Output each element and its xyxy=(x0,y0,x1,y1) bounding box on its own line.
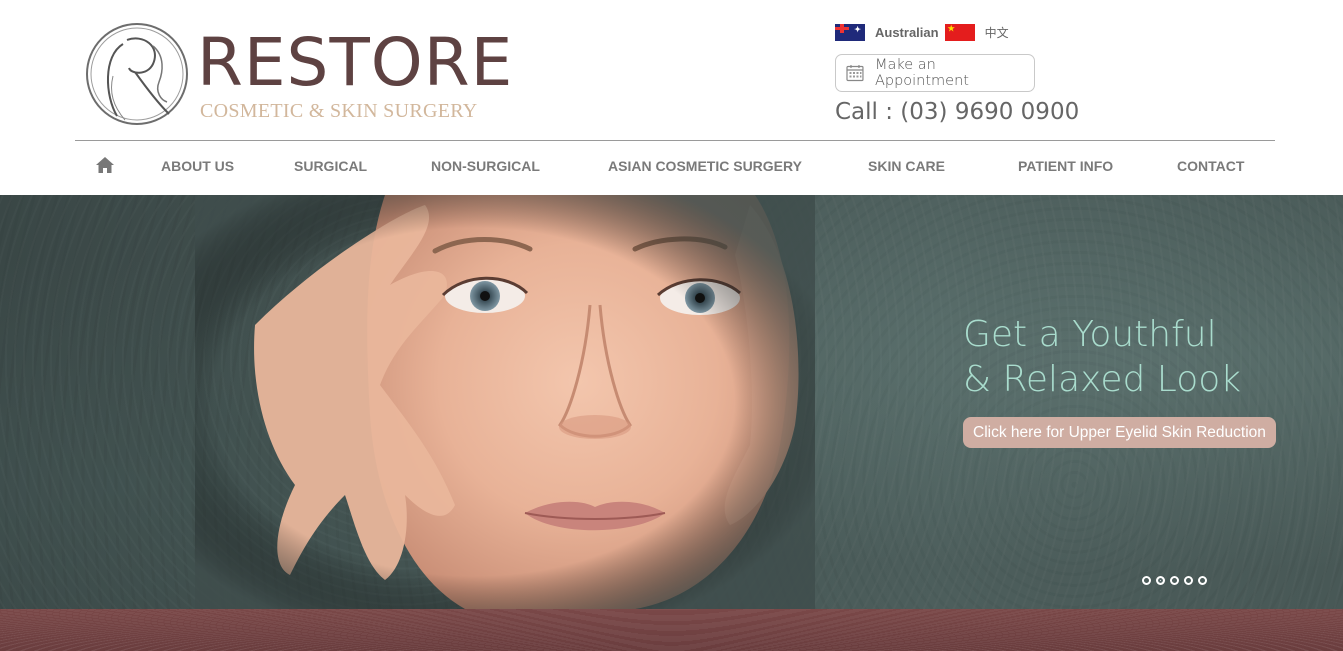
calendar-icon xyxy=(846,65,864,82)
language-option-australian[interactable]: Australian xyxy=(875,25,939,40)
slider-dot-2[interactable] xyxy=(1156,576,1165,585)
call-phone-number[interactable]: Call : (03) 9690 0900 xyxy=(835,99,1079,125)
make-appointment-button[interactable]: Make an Appointment xyxy=(835,54,1035,92)
hero-headline: Get a Youthful & Relaxed Look xyxy=(963,312,1241,402)
hero-woman-face-image xyxy=(195,195,815,609)
logo-monogram-icon xyxy=(86,23,188,125)
china-flag-icon[interactable] xyxy=(944,23,975,41)
nav-item-about-us[interactable]: ABOUT US xyxy=(161,141,234,195)
nav-item-non-surgical[interactable]: NON-SURGICAL xyxy=(431,141,540,195)
logo-tagline: COSMETIC & SKIN SURGERY xyxy=(200,100,478,122)
nav-item-surgical[interactable]: SURGICAL xyxy=(294,141,367,195)
slider-dot-3[interactable] xyxy=(1170,576,1179,585)
slider-dot-1[interactable] xyxy=(1142,576,1151,585)
nav-item-skin-care[interactable]: SKIN CARE xyxy=(868,141,945,195)
hero-headline-line-2: & Relaxed Look xyxy=(963,359,1242,400)
hero-headline-line-1: Get a Youthful xyxy=(963,314,1217,355)
australia-flag-icon[interactable] xyxy=(835,23,865,41)
home-icon[interactable] xyxy=(95,156,115,174)
hero-slider: Get a Youthful & Relaxed Look Click here… xyxy=(0,195,1343,609)
main-navigation: ABOUT US SURGICAL NON-SURGICAL ASIAN COS… xyxy=(75,141,1275,195)
slider-pagination xyxy=(1142,576,1212,585)
nav-item-asian-cosmetic-surgery[interactable]: ASIAN COSMETIC SURGERY xyxy=(608,141,802,195)
nav-item-contact[interactable]: CONTACT xyxy=(1177,141,1244,195)
logo-wordmark: RESTORE xyxy=(197,24,514,101)
language-option-chinese[interactable]: 中文 xyxy=(985,24,1009,41)
site-header: RESTORE COSMETIC & SKIN SURGERY Australi… xyxy=(0,0,1343,141)
language-switcher: Australian 中文 xyxy=(835,22,1009,42)
upper-eyelid-cta-button[interactable]: Click here for Upper Eyelid Skin Reducti… xyxy=(963,417,1276,448)
restore-logo[interactable]: RESTORE COSMETIC & SKIN SURGERY xyxy=(83,16,512,134)
decorative-footer-band xyxy=(0,609,1343,651)
slider-dot-4[interactable] xyxy=(1184,576,1193,585)
slider-dot-5[interactable] xyxy=(1198,576,1207,585)
make-appointment-label: Make an Appointment xyxy=(874,57,969,89)
nav-item-patient-info[interactable]: PATIENT INFO xyxy=(1018,141,1113,195)
